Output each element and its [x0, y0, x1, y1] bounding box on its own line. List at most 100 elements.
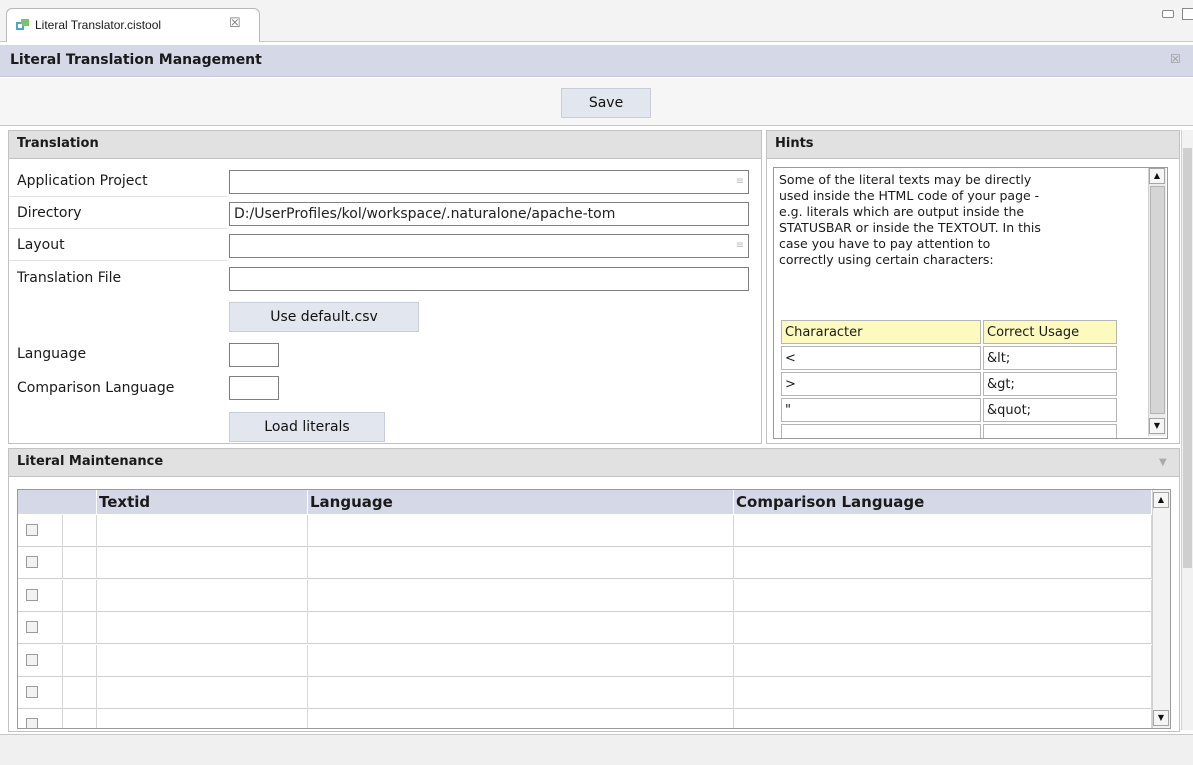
scroll-up-arrow-icon[interactable]: ▲	[1149, 168, 1165, 184]
minimize-icon[interactable]	[1162, 10, 1174, 18]
translation-section: Translation Application Project ≡ Direct…	[8, 130, 762, 444]
grid-scrollbar[interactable]: ▲ ▼	[1152, 490, 1170, 728]
column-header-textid[interactable]: Textid	[97, 490, 308, 514]
language-label: Language	[17, 346, 87, 362]
hints-section-header: Hints	[767, 131, 1179, 159]
row-checkbox[interactable]	[26, 718, 38, 728]
row-divider	[9, 196, 228, 197]
row-checkbox[interactable]	[26, 686, 38, 698]
close-tab-icon[interactable]: ☒	[229, 15, 241, 31]
row-marker-cell	[63, 579, 97, 612]
row-select-cell	[18, 612, 63, 645]
editor-tab-strip: Literal Translator.cistool ☒	[0, 0, 1193, 42]
close-page-icon[interactable]: ☒	[1170, 52, 1181, 66]
row-checkbox[interactable]	[26, 588, 38, 601]
use-default-csv-button[interactable]: Use default.csv	[229, 302, 419, 332]
character-cell: "	[781, 398, 981, 422]
hint-line: STATUSBAR or inside the TEXTOUT. In this	[779, 220, 1041, 235]
character-table-row: " &quot;	[781, 398, 1117, 422]
grid-cell[interactable]	[97, 644, 308, 677]
grid-cell[interactable]	[734, 579, 1152, 612]
grid-cell[interactable]	[734, 709, 1152, 728]
page-header: Literal Translation Management ☒	[0, 45, 1193, 77]
correct-usage-cell: &quot;	[983, 398, 1117, 422]
grid-cell[interactable]	[734, 612, 1152, 645]
translation-file-field[interactable]	[229, 267, 749, 291]
grid-cell[interactable]	[97, 677, 308, 709]
scroll-down-arrow-icon[interactable]: ▼	[1149, 418, 1165, 434]
table-row[interactable]	[18, 579, 1152, 612]
grid-cell[interactable]	[97, 547, 308, 580]
table-row[interactable]	[18, 612, 1152, 645]
hints-text: Some of the literal texts may be directl…	[779, 172, 1137, 268]
row-checkbox[interactable]	[26, 653, 38, 666]
grid-cell[interactable]	[734, 677, 1152, 709]
grid-cell[interactable]	[97, 515, 308, 547]
literal-maintenance-section: Literal Maintenance ▼ Textid Language Co…	[8, 448, 1180, 732]
scrollbar-thumb[interactable]	[1150, 186, 1165, 414]
scroll-down-arrow-icon[interactable]: ▼	[1153, 710, 1169, 726]
row-checkbox[interactable]	[26, 556, 38, 569]
correct-usage-column-header: Correct Usage	[983, 320, 1117, 344]
character-table-row: > &gt;	[781, 372, 1117, 396]
hint-line: used inside the HTML code of your page -	[779, 188, 1040, 203]
comparison-language-field[interactable]	[229, 376, 279, 400]
page-scrollbar[interactable]	[1181, 130, 1193, 730]
hints-section: Hints Some of the literal texts may be d…	[766, 130, 1180, 444]
row-checkbox[interactable]	[26, 621, 38, 634]
editor-tab-label: Literal Translator.cistool	[35, 18, 162, 32]
table-row[interactable]	[18, 547, 1152, 580]
editor-tab[interactable]: Literal Translator.cistool ☒	[6, 8, 260, 42]
grid-cell[interactable]	[97, 709, 308, 728]
application-project-dropdown-icon[interactable]: ≡	[733, 171, 747, 193]
grid-cell[interactable]	[308, 644, 734, 677]
table-row[interactable]	[18, 709, 1152, 728]
grid-cell[interactable]	[97, 579, 308, 612]
character-cell: >	[781, 372, 981, 396]
collapse-section-icon[interactable]: ▼	[1159, 457, 1167, 468]
grid-cell[interactable]	[97, 612, 308, 645]
character-column-header: Chararacter	[781, 320, 981, 344]
grid-cell[interactable]	[308, 515, 734, 547]
row-marker-cell	[63, 709, 97, 728]
page-title: Literal Translation Management	[10, 52, 262, 68]
scroll-up-arrow-icon[interactable]: ▲	[1153, 492, 1169, 508]
column-header-language[interactable]: Language	[308, 490, 734, 514]
grid-cell[interactable]	[308, 709, 734, 728]
row-select-cell	[18, 547, 63, 580]
maximize-icon[interactable]	[1182, 8, 1193, 20]
row-marker-cell	[63, 677, 97, 709]
hints-content-box[interactable]: Some of the literal texts may be directl…	[773, 167, 1168, 439]
grid-cell[interactable]	[308, 579, 734, 612]
row-select-cell	[18, 515, 63, 547]
row-marker-cell	[63, 644, 97, 677]
table-row[interactable]	[18, 644, 1152, 677]
character-usage-table: Chararacter Correct Usage < &lt; > &gt; …	[779, 318, 1119, 438]
grid-cell[interactable]	[308, 612, 734, 645]
page-scrollbar-thumb[interactable]	[1183, 148, 1192, 568]
grid-cell[interactable]	[308, 547, 734, 580]
layout-field[interactable]	[229, 234, 749, 258]
character-table-header-row: Chararacter Correct Usage	[781, 320, 1117, 344]
translation-section-header: Translation	[9, 131, 761, 159]
character-table-row	[781, 424, 1117, 438]
layout-dropdown-icon[interactable]: ≡	[733, 235, 747, 257]
directory-field[interactable]	[229, 202, 749, 226]
grid-cell[interactable]	[734, 547, 1152, 580]
application-project-field[interactable]	[229, 170, 749, 194]
table-row[interactable]	[18, 677, 1152, 709]
save-button[interactable]: Save	[561, 88, 651, 118]
language-field[interactable]	[229, 343, 279, 367]
table-row[interactable]	[18, 515, 1152, 547]
column-header-comparison-language[interactable]: Comparison Language	[734, 490, 1152, 514]
hint-line: correctly using certain characters:	[779, 252, 994, 267]
grid-cell[interactable]	[734, 515, 1152, 547]
grid-cell[interactable]	[308, 677, 734, 709]
row-marker-cell	[63, 547, 97, 580]
translation-section-title: Translation	[17, 136, 99, 151]
select-column-header	[18, 490, 97, 514]
grid-cell[interactable]	[734, 644, 1152, 677]
row-checkbox[interactable]	[26, 524, 38, 536]
load-literals-button[interactable]: Load literals	[229, 412, 385, 442]
hints-scrollbar[interactable]: ▲ ▼	[1148, 168, 1166, 436]
